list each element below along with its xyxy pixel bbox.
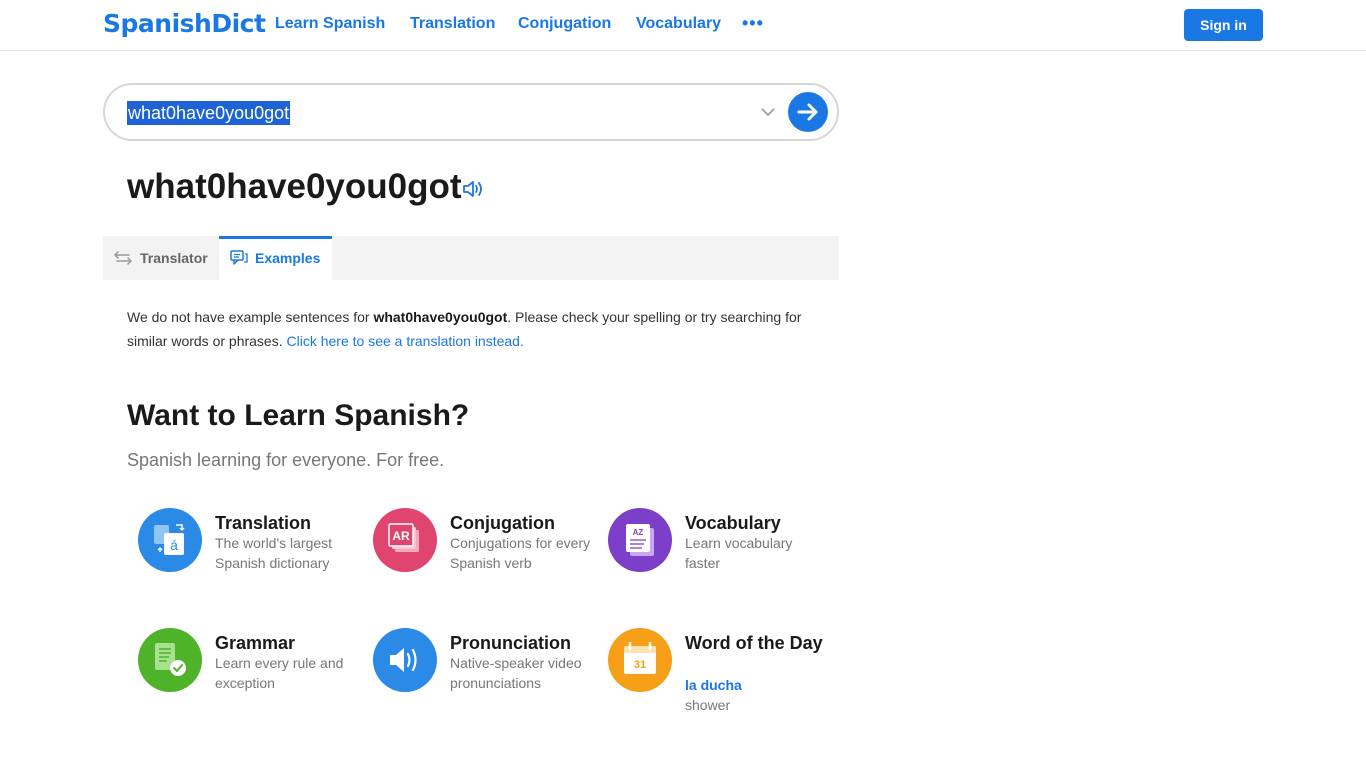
speaker-icon[interactable] [461, 178, 485, 200]
search-input[interactable]: what0have0you0got [127, 101, 291, 125]
pronunciation-icon [373, 628, 437, 692]
nav-vocabulary[interactable]: Vocabulary [636, 15, 721, 33]
nav-conjugation[interactable]: Conjugation [518, 15, 611, 33]
chevron-down-icon[interactable] [759, 103, 777, 121]
card-vocabulary[interactable]: AZ Vocabulary Learn vocabulary faster [608, 508, 838, 608]
tab-translator[interactable]: Translator [103, 236, 219, 280]
sign-in-button[interactable]: Sign in [1184, 9, 1263, 41]
card-description: Conjugations for every Spanish verb [450, 535, 591, 571]
card-description: Learn every rule and exception [215, 655, 344, 691]
svg-text:á: á [170, 537, 178, 553]
card-description: Learn vocabulary faster [685, 535, 793, 571]
card-description: Native-speaker video pronunciations [450, 655, 582, 691]
dictionary-tabs: Translator Examples [103, 236, 839, 280]
tab-translator-label: Translator [140, 250, 208, 266]
no-examples-message: We do not have example sentences for wha… [127, 305, 817, 353]
grammar-icon [138, 628, 202, 692]
site-header: SpanishDict Learn Spanish Translation Co… [0, 0, 1366, 51]
word-of-the-day-term[interactable]: la ducha [685, 677, 742, 693]
tab-examples-label: Examples [255, 250, 321, 266]
calendar-icon: 31 [608, 628, 672, 692]
message-prefix: We do not have example sentences for [127, 309, 374, 325]
card-title: Pronunciation [450, 633, 571, 653]
arrow-right-icon [797, 103, 818, 121]
vocabulary-icon: AZ [608, 508, 672, 572]
word-of-the-day-meaning: shower [685, 697, 731, 713]
card-title: Conjugation [450, 513, 555, 533]
search-submit-button[interactable] [788, 92, 828, 132]
card-grammar[interactable]: Grammar Learn every rule and exception [138, 628, 368, 728]
calendar-day-number: 31 [634, 659, 646, 671]
conjugation-icon: AR [373, 508, 437, 572]
card-pronunciation[interactable]: Pronunciation Native-speaker video pronu… [373, 628, 603, 728]
card-description: The world's largest Spanish dictionary [215, 535, 333, 571]
card-word-of-the-day[interactable]: 31 Word of the Day la ducha shower [608, 628, 838, 728]
card-translation[interactable]: á Translation The world's largest Spanis… [138, 508, 368, 608]
search-bar[interactable]: what0have0you0got [103, 83, 839, 141]
message-term: what0have0you0got [373, 309, 508, 325]
nav-learn-spanish[interactable]: Learn Spanish [275, 15, 385, 33]
card-title: Grammar [215, 633, 296, 653]
site-logo[interactable]: SpanishDict [103, 9, 266, 38]
learn-subtitle: Spanish learning for everyone. For free. [127, 450, 445, 470]
more-menu-icon[interactable]: ••• [742, 13, 764, 34]
card-title: Word of the Day [685, 633, 823, 653]
nav-translation[interactable]: Translation [410, 15, 495, 33]
card-title: Translation [215, 513, 312, 533]
card-title: Vocabulary [685, 513, 781, 533]
translation-link[interactable]: Click here to see a translation instead. [287, 333, 524, 349]
svg-text:AR: AR [392, 529, 410, 543]
headword: what0have0you0got [127, 167, 462, 206]
card-conjugation[interactable]: AR Conjugation Conjugations for every Sp… [373, 508, 603, 608]
tab-examples[interactable]: Examples [219, 236, 332, 280]
examples-chat-icon [230, 250, 248, 265]
svg-text:AZ: AZ [633, 528, 644, 537]
swap-arrows-icon [114, 251, 132, 265]
translation-icon: á [138, 508, 202, 572]
learn-title: Want to Learn Spanish? [127, 399, 470, 432]
